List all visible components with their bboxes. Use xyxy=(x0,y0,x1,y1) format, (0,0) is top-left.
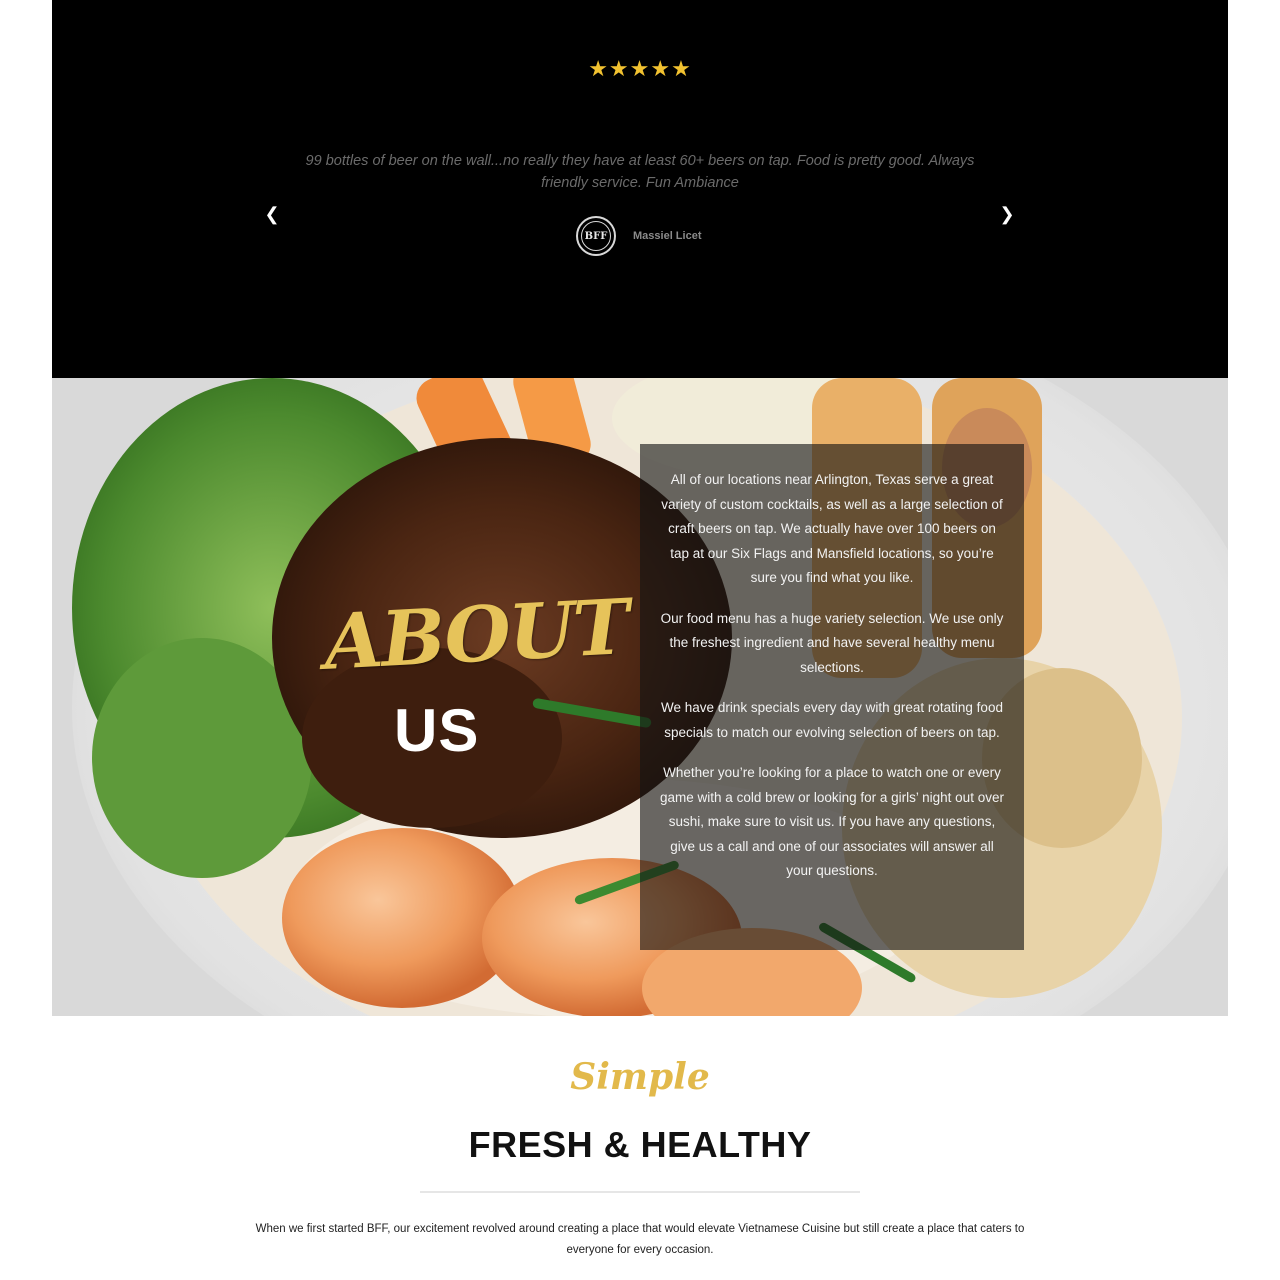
fresh-section: Simple FRESH & HEALTHY When we first sta… xyxy=(52,1016,1228,1280)
author-name: Massiel Licet xyxy=(633,230,702,242)
simple-script-heading: Simple xyxy=(570,1056,710,1098)
about-heading: US xyxy=(394,697,480,764)
testimonial-section: ★★★★★ ❮ 99 bottles of beer on the wall..… xyxy=(52,0,1228,378)
about-paragraph: Our food menu has a huge variety selecti… xyxy=(660,610,1004,675)
about-script-heading: ABOUT xyxy=(321,582,630,687)
chevron-right-icon[interactable]: ❯ xyxy=(994,201,1020,227)
bff-logo-icon: BFF xyxy=(576,216,616,256)
about-paragraph: We have drink specials every day with gr… xyxy=(661,700,1003,740)
about-section: ABOUT US All of our locations near Arlin… xyxy=(52,378,1228,1016)
about-paragraph: Whether you’re looking for a place to wa… xyxy=(660,765,1004,878)
rating-stars: ★★★★★ xyxy=(588,56,692,81)
about-text-panel: All of our locations near Arlington, Tex… xyxy=(640,444,1024,950)
fresh-body: When we first started BFF, our excitemen… xyxy=(255,1223,1025,1256)
testimonial-quote: 99 bottles of beer on the wall...no real… xyxy=(305,153,975,191)
divider xyxy=(420,1191,860,1193)
chevron-left-icon[interactable]: ❮ xyxy=(259,201,285,227)
about-paragraph: All of our locations near Arlington, Tex… xyxy=(661,472,1003,585)
testimonial-author: BFF Massiel Licet xyxy=(576,215,701,257)
fresh-title: FRESH & HEALTHY xyxy=(468,1124,812,1165)
page: ★★★★★ ❮ 99 bottles of beer on the wall..… xyxy=(52,0,1228,1280)
